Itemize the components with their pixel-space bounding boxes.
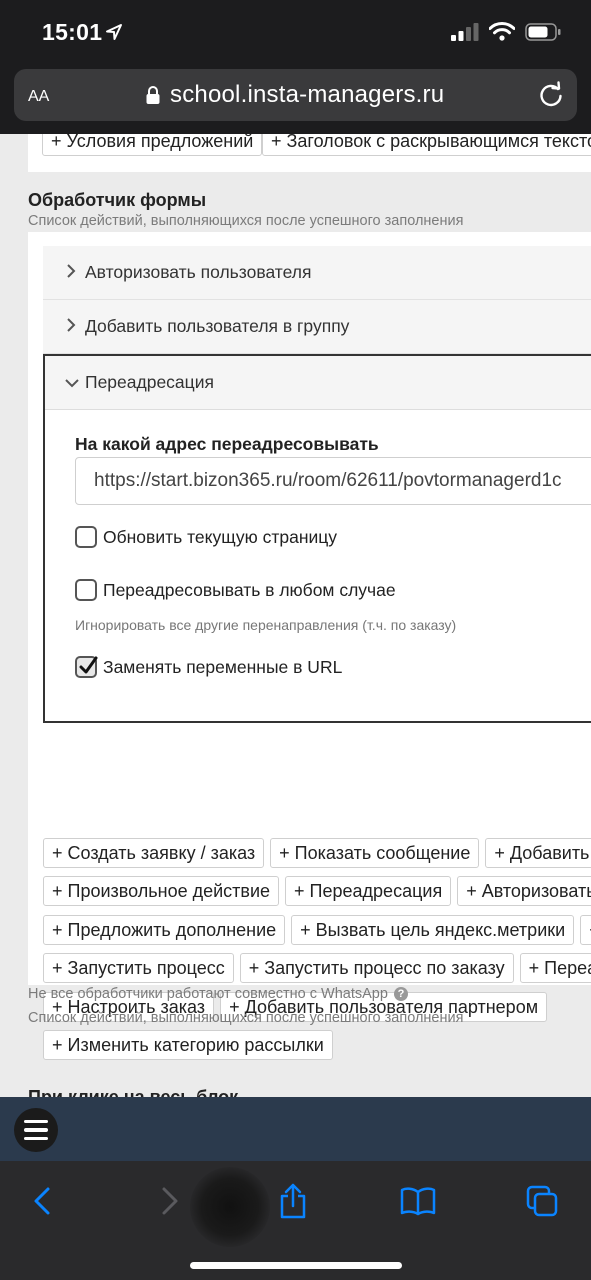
blurred-region bbox=[190, 1167, 270, 1247]
replace-url-variables-checkbox[interactable] bbox=[75, 656, 98, 678]
tabs-icon[interactable] bbox=[522, 1181, 562, 1221]
reload-icon[interactable] bbox=[537, 81, 565, 109]
section-title: Обработчик формы bbox=[28, 190, 207, 210]
url-display[interactable]: school.insta-managers.ru bbox=[146, 81, 444, 109]
browser-top-chrome: 15:01 AA school.insta-managers.ru bbox=[0, 0, 591, 134]
cellular-signal-icon bbox=[451, 22, 479, 41]
refresh-page-checkbox[interactable] bbox=[75, 526, 97, 548]
hamburger-menu-icon[interactable] bbox=[14, 1108, 58, 1152]
address-bar[interactable]: AA school.insta-managers.ru bbox=[14, 69, 577, 121]
action-row: + Создать заявку / заказ + Показать сообщ… bbox=[43, 838, 591, 868]
wifi-icon bbox=[489, 22, 515, 41]
reader-options-button[interactable]: AA bbox=[28, 80, 49, 107]
chevron-right-icon bbox=[61, 316, 81, 337]
bookmarks-icon[interactable] bbox=[398, 1181, 438, 1221]
whatsapp-note: Не все обработчики работают совместно с … bbox=[28, 986, 408, 1002]
add-start-process-button[interactable]: + Запустить процесс bbox=[43, 953, 234, 983]
back-icon[interactable] bbox=[22, 1181, 62, 1221]
location-arrow-icon bbox=[106, 24, 122, 40]
share-icon[interactable] bbox=[273, 1181, 313, 1221]
accordion-authorize-user[interactable]: Авторизовать пользователя bbox=[43, 246, 591, 300]
status-indicators bbox=[451, 22, 561, 41]
home-indicator bbox=[190, 1262, 402, 1269]
refresh-page-option[interactable]: Обновить текущую страницу bbox=[75, 526, 337, 548]
help-icon[interactable]: ? bbox=[393, 987, 408, 1001]
top-chip-strip: + Условия предложений + Заголовок с раск… bbox=[28, 134, 591, 172]
note-subtitle: Список действий, выполняющихся после усп… bbox=[28, 1010, 464, 1026]
add-redirect-button[interactable]: + Переадресация bbox=[285, 876, 452, 906]
battery-icon bbox=[525, 22, 561, 41]
url-text: school.insta-managers.ru bbox=[170, 81, 445, 108]
chevron-right-icon bbox=[61, 262, 81, 283]
always-redirect-hint: Игнорировать все другие перенаправления … bbox=[75, 617, 457, 633]
add-offer-addon-button[interactable]: + Предложить дополнение bbox=[43, 915, 286, 945]
add-yandex-goal-button[interactable]: + Вызвать цель яндекс.метрики bbox=[291, 915, 575, 945]
checkbox-label: Обновить текущую страницу bbox=[103, 526, 338, 547]
status-bar: 15:01 bbox=[0, 0, 591, 62]
whatsapp-note-text: Не все обработчики работают совместно с … bbox=[28, 986, 388, 1002]
add-create-order-button[interactable]: + Создать заявку / заказ bbox=[43, 838, 265, 868]
add-change-mailing-category-button[interactable]: + Изменить категорию рассылки bbox=[43, 1030, 333, 1060]
action-row: + Предложить дополнение + Вызвать цель ян… bbox=[43, 915, 591, 945]
lock-icon bbox=[146, 86, 160, 104]
add-authorize-button[interactable]: + Авторизовать по bbox=[457, 876, 591, 906]
checkmark-icon bbox=[79, 656, 98, 674]
checkbox-label: Заменять переменные в URL bbox=[103, 656, 343, 677]
section-subtitle: Список действий, выполняющихся после усп… bbox=[28, 213, 464, 229]
add-show-message-button[interactable]: + Показать сообщение bbox=[270, 838, 480, 868]
add-truncated-button[interactable]: + С bbox=[580, 915, 591, 945]
page-content: + Условия предложений + Заголовок с раск… bbox=[0, 134, 591, 1097]
add-user-button[interactable]: + Добавить по bbox=[485, 838, 591, 868]
site-bottom-bar bbox=[0, 1097, 591, 1161]
aa-label: AA bbox=[28, 88, 50, 105]
add-redirect-truncated-button[interactable]: + Переадр bbox=[519, 953, 591, 983]
action-row: + Произвольное действие + Переадресация + … bbox=[43, 876, 591, 906]
accordion-label: Переадресация bbox=[85, 372, 214, 392]
always-redirect-option[interactable]: Переадресовывать в любом случае bbox=[75, 579, 396, 601]
checkbox-label: Переадресовывать в любом случае bbox=[103, 579, 396, 600]
accordion-label: Авторизовать пользователя bbox=[85, 262, 312, 282]
accordion-redirect-header[interactable]: Переадресация bbox=[45, 356, 591, 410]
add-offer-conditions-button[interactable]: + Условия предложений bbox=[42, 134, 263, 156]
accordion-add-user-to-group[interactable]: Добавить пользователя в группу bbox=[43, 300, 591, 354]
action-row: + Запустить процесс + Запустить процесс п… bbox=[43, 953, 591, 983]
accordion-redirect-open: Переадресация На какой адрес переадресов… bbox=[43, 354, 591, 723]
status-time: 15:01 bbox=[42, 19, 103, 45]
redirect-url-input[interactable]: https://start.bizon365.ru/room/62611/pov… bbox=[75, 457, 591, 505]
redirect-url-label: На какой адрес переадресовывать bbox=[75, 434, 379, 454]
replace-url-variables-option[interactable]: Заменять переменные в URL bbox=[75, 656, 342, 678]
always-redirect-checkbox[interactable] bbox=[75, 579, 97, 601]
action-row: + Изменить категорию рассылки bbox=[43, 1030, 339, 1060]
add-start-order-process-button[interactable]: + Запустить процесс по заказу bbox=[239, 953, 514, 983]
form-handler-panel: Авторизовать пользователя Добавить польз… bbox=[28, 232, 591, 1060]
next-section-title: При клике на весь блок bbox=[28, 1087, 239, 1097]
forward-icon[interactable] bbox=[150, 1181, 190, 1221]
chevron-down-icon bbox=[65, 372, 79, 393]
accordion-label: Добавить пользователя в группу bbox=[85, 316, 350, 336]
browser-toolbar bbox=[0, 1161, 591, 1280]
add-expandable-heading-button[interactable]: + Заголовок с раскрывающимся тексто bbox=[262, 134, 591, 156]
add-custom-action-button[interactable]: + Произвольное действие bbox=[43, 876, 280, 906]
